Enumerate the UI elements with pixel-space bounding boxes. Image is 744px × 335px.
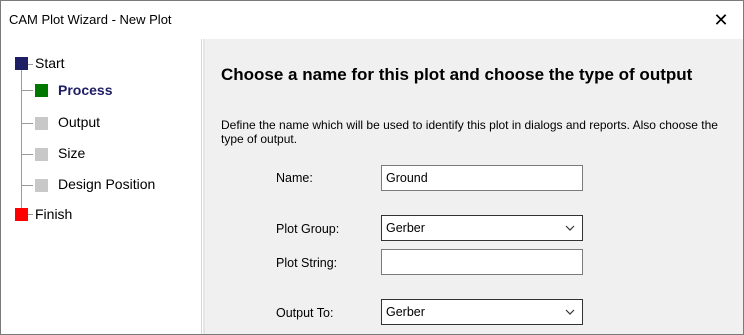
chevron-down-icon [565, 225, 575, 231]
step-label: Output [58, 114, 101, 130]
step-marker [35, 179, 48, 192]
plot-string-input[interactable] [381, 249, 583, 275]
close-icon: ✕ [713, 9, 729, 30]
name-input-value: Ground [386, 171, 428, 185]
output-to-value: Gerber [386, 305, 425, 319]
chevron-down-icon [565, 309, 575, 315]
step-marker [35, 84, 48, 97]
step-label: Process [58, 82, 113, 98]
step-start[interactable]: Start [1, 52, 201, 76]
name-input[interactable]: Ground [381, 165, 583, 191]
plot-group-label: Plot Group: [276, 222, 340, 236]
plot-group-select[interactable]: Gerber [381, 215, 583, 241]
output-to-select[interactable]: Gerber [381, 299, 583, 325]
step-marker [15, 57, 28, 70]
wizard-steps-panel: Start Process Output Size Design Positio… [1, 39, 202, 334]
close-button[interactable]: ✕ [699, 1, 743, 39]
step-marker [35, 148, 48, 161]
cam-plot-wizard-window: CAM Plot Wizard - New Plot ✕ Start Proce… [0, 0, 744, 335]
step-process[interactable]: Process [1, 79, 201, 103]
wizard-content: Choose a name for this plot and choose t… [205, 39, 743, 334]
step-finish[interactable]: Finish [1, 203, 201, 227]
page-heading: Choose a name for this plot and choose t… [221, 65, 693, 84]
name-label: Name: [276, 171, 313, 185]
title-bar: CAM Plot Wizard - New Plot ✕ [1, 1, 743, 39]
window-title: CAM Plot Wizard - New Plot [9, 12, 172, 27]
step-size[interactable]: Size [1, 142, 201, 166]
plot-string-label: Plot String: [276, 256, 338, 270]
step-label: Start [35, 55, 65, 71]
step-label: Finish [35, 206, 73, 222]
step-label: Size [58, 145, 86, 161]
step-output[interactable]: Output [1, 111, 201, 135]
step-design-position[interactable]: Design Position [1, 173, 201, 197]
output-to-label: Output To: [276, 306, 334, 320]
step-label: Design Position [58, 176, 156, 192]
step-marker [35, 117, 48, 130]
page-description: Define the name which will be used to id… [221, 118, 718, 146]
plot-group-value: Gerber [386, 221, 425, 235]
step-marker [15, 208, 28, 221]
